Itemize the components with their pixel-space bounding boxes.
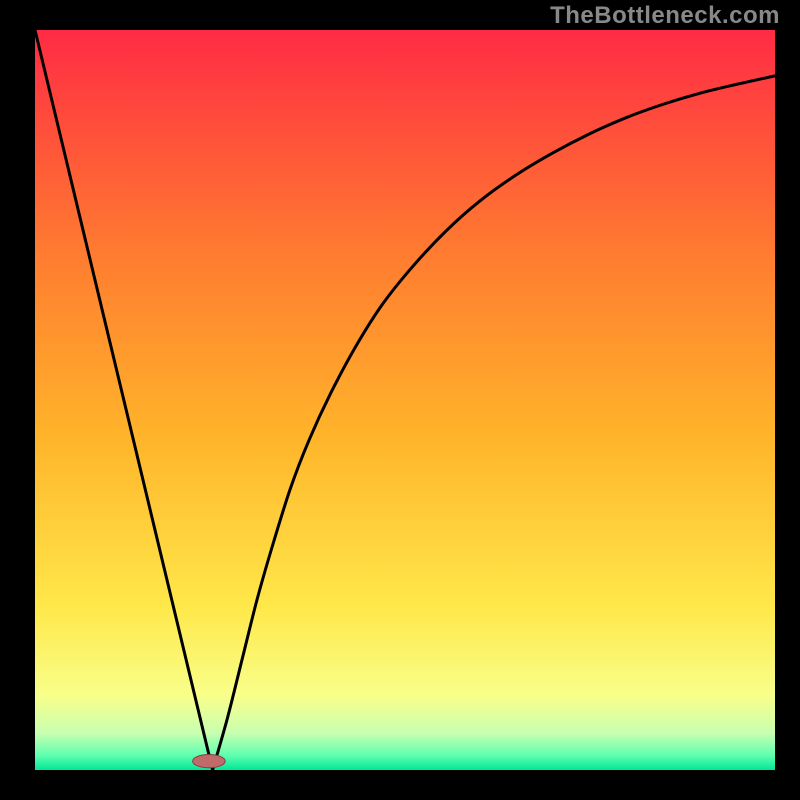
chart-plot [35,30,775,770]
optimum-marker [193,754,226,767]
figure-frame: TheBottleneck.com [0,0,800,800]
watermark-text: TheBottleneck.com [550,2,780,30]
gradient-background [35,30,775,770]
